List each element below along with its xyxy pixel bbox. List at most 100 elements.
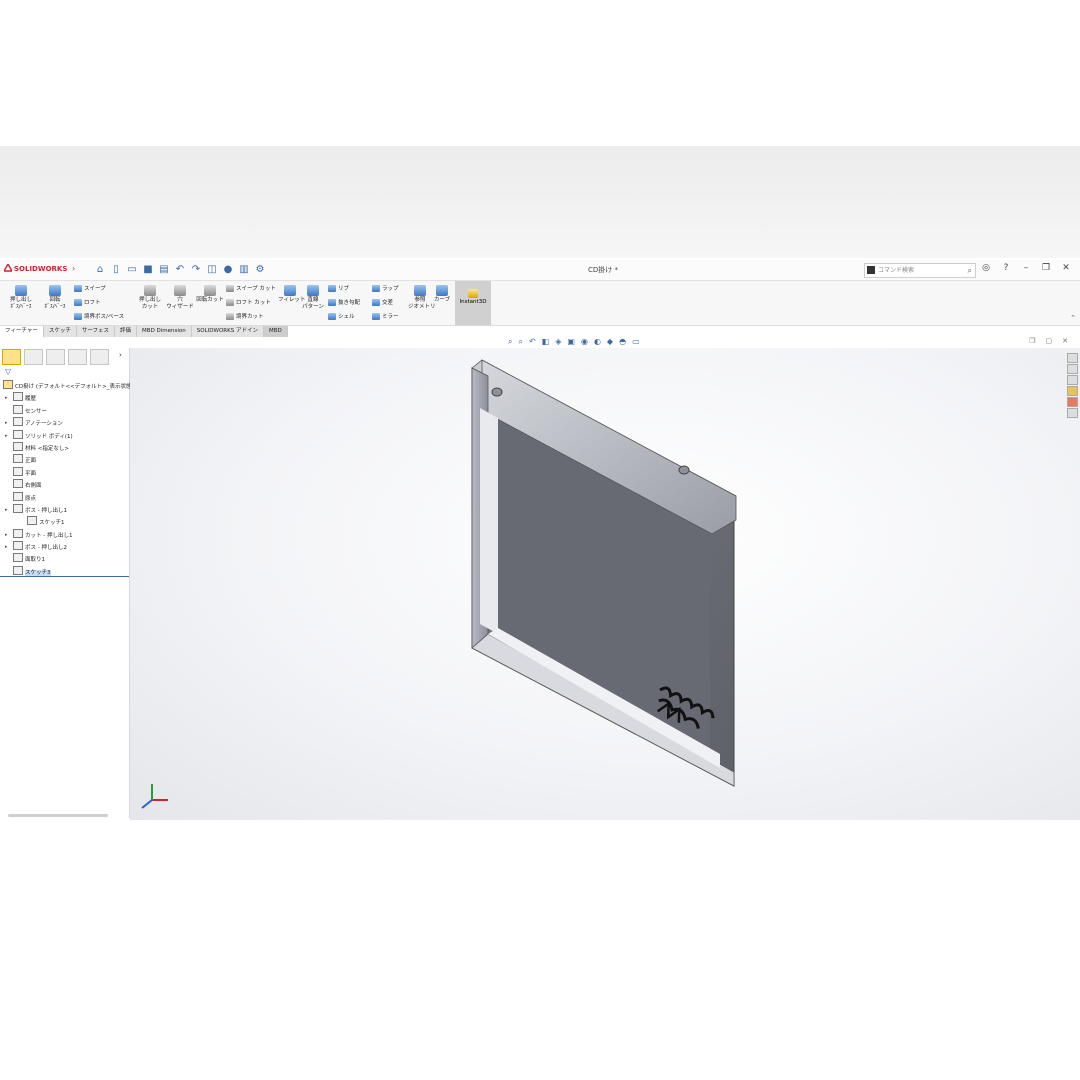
dynamic-annotation-icon[interactable]: ◈ bbox=[555, 337, 561, 347]
graphics-area[interactable]: ⌕ ⌕ ↶ ◧ ◈ ▣ ◉ ◐ ◆ ◓ ▭ ❐ ▢ ✕ bbox=[130, 337, 1080, 820]
viewport-maximize-icon[interactable]: ▢ bbox=[1046, 337, 1053, 345]
previous-view-icon[interactable]: ↶ bbox=[529, 337, 536, 347]
panel-scrollbar[interactable] bbox=[8, 814, 108, 817]
redo-icon[interactable]: ↷ bbox=[190, 264, 202, 276]
tree-item[interactable]: ▸ 履歴 bbox=[3, 392, 127, 404]
shell-button[interactable]: シェル bbox=[328, 312, 355, 320]
reference-geometry-button[interactable]: 参照 ジオメトリ bbox=[408, 285, 436, 311]
hole-wizard-button[interactable]: 穴 ウィザード bbox=[164, 285, 196, 311]
user-icon[interactable]: ◎ bbox=[980, 263, 992, 273]
tree-item[interactable]: 材料 <指定なし> bbox=[3, 441, 127, 454]
revolved-cut-button[interactable]: 回転カット bbox=[194, 285, 226, 304]
tree-item[interactable]: ▸ カット - 押し出し1 bbox=[3, 528, 127, 541]
zoom-to-area-icon[interactable]: ⌕ bbox=[518, 337, 522, 347]
tree-item[interactable]: ▸ ボス - 押し出し2 bbox=[3, 541, 127, 553]
feature-manager-tab-icon[interactable] bbox=[2, 349, 21, 365]
revolved-boss-button[interactable]: 回転 ﾎﾞｽ/ﾍﾞｰｽ bbox=[38, 285, 72, 311]
tree-item[interactable]: ▸ ボス - 押し出し1 bbox=[3, 503, 127, 516]
feature-node-icon bbox=[13, 454, 23, 464]
ribbon-collapse-icon[interactable]: ⌃ bbox=[1070, 314, 1076, 322]
command-search-input[interactable]: コマンド検索 ⌕ bbox=[864, 263, 976, 278]
boundary-boss-button[interactable]: 境界ボス/ベース bbox=[74, 312, 124, 320]
restore-icon[interactable]: ❐ bbox=[1040, 263, 1052, 273]
fillet-button[interactable]: フィレット bbox=[278, 285, 305, 304]
viewport-restore-icon[interactable]: ❐ bbox=[1029, 337, 1035, 345]
apply-scene-icon[interactable]: ◓ bbox=[619, 337, 626, 347]
display-manager-tab-icon[interactable] bbox=[90, 349, 109, 365]
boundary-cut-button[interactable]: 境界カット bbox=[226, 312, 264, 320]
options-gear-icon[interactable]: ⚙ bbox=[254, 264, 266, 276]
menu-expand-icon[interactable]: › bbox=[72, 264, 75, 273]
rib-button[interactable]: リブ bbox=[328, 284, 349, 292]
tab-mbd[interactable]: MBD bbox=[263, 326, 288, 337]
cd-holder-3d-model[interactable] bbox=[130, 348, 1080, 820]
tree-item[interactable]: ▸ アノテーション bbox=[3, 417, 127, 429]
tree-item[interactable]: 原点 bbox=[3, 491, 127, 504]
tree-item[interactable]: 正面 bbox=[3, 454, 127, 466]
view-orientation-icon[interactable]: ▣ bbox=[567, 337, 575, 347]
minimize-icon[interactable]: – bbox=[1020, 263, 1032, 273]
draft-button[interactable]: 抜き勾配 bbox=[328, 298, 360, 306]
lofted-cut-button[interactable]: ロフト カット bbox=[226, 298, 271, 306]
expand-arrow-icon[interactable]: ▸ bbox=[5, 529, 11, 541]
panel-more-icon[interactable]: › bbox=[119, 351, 122, 359]
new-document-icon[interactable]: ▯ bbox=[110, 264, 122, 276]
property-manager-tab-icon[interactable] bbox=[24, 349, 43, 365]
instant3d-button[interactable]: Instant3D bbox=[455, 281, 491, 325]
save-icon[interactable]: ■ bbox=[142, 264, 154, 276]
search-icon[interactable]: ⌕ bbox=[968, 264, 972, 277]
section-view-icon[interactable]: ◧ bbox=[542, 337, 550, 347]
tree-item[interactable]: 面取り1 bbox=[3, 553, 127, 565]
wrap-button[interactable]: ラップ bbox=[372, 284, 399, 292]
tab-features[interactable]: フィーチャー bbox=[0, 326, 44, 337]
open-folder-icon[interactable]: ▭ bbox=[126, 264, 138, 276]
tab-evaluate[interactable]: 評価 bbox=[115, 326, 138, 337]
select-icon[interactable]: ◫ bbox=[206, 264, 218, 276]
rollback-bar[interactable] bbox=[0, 576, 129, 577]
tab-sketch[interactable]: スケッチ bbox=[43, 326, 77, 337]
close-icon[interactable]: ✕ bbox=[1060, 263, 1072, 273]
tree-item[interactable]: 平面 bbox=[3, 466, 127, 479]
sweep-button[interactable]: スイープ bbox=[74, 284, 106, 292]
expand-arrow-icon[interactable]: ▸ bbox=[5, 504, 11, 516]
curves-button[interactable]: カーブ bbox=[430, 285, 454, 304]
zoom-to-fit-icon[interactable]: ⌕ bbox=[508, 337, 512, 347]
mirror-button[interactable]: ミラー bbox=[372, 312, 399, 320]
tab-solidworks-addins[interactable]: SOLIDWORKS アドイン bbox=[191, 326, 264, 337]
home-icon[interactable]: ⌂ bbox=[94, 264, 106, 276]
swept-cut-button[interactable]: スイープ カット bbox=[226, 284, 276, 292]
loft-button[interactable]: ロフト bbox=[74, 298, 101, 306]
viewport-close-icon[interactable]: ✕ bbox=[1062, 337, 1068, 345]
solidworks-logo[interactable]: SOLIDWORKS bbox=[4, 264, 67, 273]
tree-item[interactable]: スケッチ1 bbox=[3, 516, 127, 528]
reference-geometry-icon bbox=[414, 285, 426, 296]
linear-pattern-button[interactable]: 直線 パターン bbox=[300, 285, 326, 311]
tab-surfaces[interactable]: サーフェス bbox=[76, 326, 116, 337]
tree-item[interactable]: 右側面 bbox=[3, 479, 127, 491]
tree-root-label: CD掛け (デフォルト<<デフォルト>_表示状態 bbox=[15, 384, 132, 390]
file-properties-icon[interactable]: ▥ bbox=[238, 264, 250, 276]
rebuild-icon[interactable]: ● bbox=[222, 264, 234, 276]
filter-icon[interactable]: ▽ bbox=[5, 367, 11, 376]
configuration-manager-tab-icon[interactable] bbox=[46, 349, 65, 365]
display-style-icon[interactable]: ◉ bbox=[581, 337, 588, 347]
expand-arrow-icon[interactable]: ▸ bbox=[5, 430, 11, 442]
expand-arrow-icon[interactable]: ▸ bbox=[5, 541, 11, 553]
view-settings-icon[interactable]: ▭ bbox=[632, 337, 640, 347]
undo-icon[interactable]: ↶ bbox=[174, 264, 186, 276]
tab-mbd-dimension[interactable]: MBD Dimension bbox=[137, 326, 192, 337]
origin-axis-triad bbox=[141, 784, 168, 809]
hide-show-items-icon[interactable]: ◐ bbox=[594, 337, 601, 347]
tree-root[interactable]: CD掛け (デフォルト<<デフォルト>_表示状態 bbox=[3, 380, 132, 392]
expand-arrow-icon[interactable]: ▸ bbox=[5, 392, 11, 404]
expand-arrow-icon[interactable]: ▸ bbox=[5, 417, 11, 429]
intersect-button[interactable]: 交差 bbox=[372, 298, 393, 306]
edit-appearance-icon[interactable]: ◆ bbox=[607, 337, 613, 347]
dimxpert-manager-tab-icon[interactable] bbox=[68, 349, 87, 365]
tree-item[interactable]: センサー bbox=[3, 404, 127, 417]
extruded-cut-button[interactable]: 押し出し カット bbox=[134, 285, 166, 311]
help-icon[interactable]: ? bbox=[1000, 263, 1012, 273]
extruded-boss-button[interactable]: 押し出し ﾎﾞｽ/ﾍﾞｰｽ bbox=[4, 285, 38, 311]
print-icon[interactable]: ▤ bbox=[158, 264, 170, 276]
tree-item[interactable]: ▸ ソリッド ボディ(1) bbox=[3, 429, 127, 442]
